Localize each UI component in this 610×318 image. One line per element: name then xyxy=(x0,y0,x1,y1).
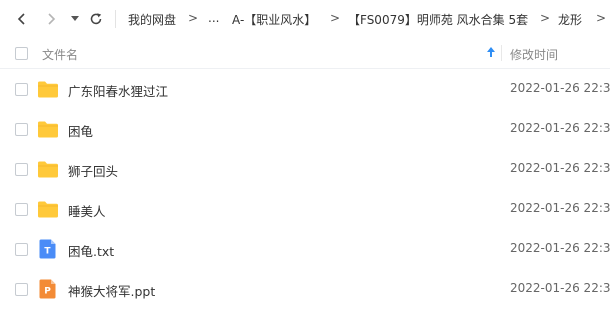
folder-icon xyxy=(38,81,58,98)
row-checkbox[interactable] xyxy=(15,83,28,96)
file-row-folder[interactable]: 睡美人 2022-01-26 22:36 xyxy=(0,189,610,229)
breadcrumb-separator: > xyxy=(540,11,551,25)
file-modified-time: 2022-01-26 22:36 xyxy=(510,241,610,255)
back-button[interactable] xyxy=(12,8,32,30)
breadcrumb-current-folder[interactable]: 龙形 xyxy=(558,11,582,28)
row-checkbox[interactable] xyxy=(15,203,28,216)
row-checkbox[interactable] xyxy=(15,243,28,256)
file-modified-time: 2022-01-26 22:36 xyxy=(510,201,610,215)
modified-time-column-header[interactable]: 修改时间 xyxy=(510,46,558,63)
name-column-header[interactable]: 文件名 xyxy=(42,46,78,63)
navigation-toolbar: 我的网盘 > ... A-【职业风水】 > 【FS0079】明师苑 风水合集 5… xyxy=(0,0,610,38)
refresh-button[interactable] xyxy=(86,8,106,30)
file-modified-time: 2022-01-26 22:36 xyxy=(510,161,610,175)
txt-file-icon: T xyxy=(39,239,56,259)
breadcrumb-separator: > xyxy=(330,11,341,25)
breadcrumb-separator: > xyxy=(188,11,199,25)
file-list-header: 文件名 修改时间 xyxy=(0,38,610,69)
file-row-folder[interactable]: 困龟 2022-01-26 22:36 xyxy=(0,109,610,149)
history-dropdown-button[interactable] xyxy=(68,8,82,30)
select-all-checkbox[interactable] xyxy=(15,47,28,60)
file-row-ppt[interactable]: P 神猴大将军.ppt 2022-01-26 22:36 xyxy=(0,269,610,309)
refresh-icon xyxy=(90,13,102,25)
row-checkbox[interactable] xyxy=(15,163,28,176)
row-checkbox[interactable] xyxy=(15,123,28,136)
chevron-left-icon xyxy=(17,13,25,25)
breadcrumb-separator: > xyxy=(596,11,607,25)
toolbar-divider xyxy=(115,10,116,28)
file-row-txt[interactable]: T 困龟.txt 2022-01-26 22:36 xyxy=(0,229,610,269)
file-row-folder[interactable]: 广东阳春水狸过江 2022-01-26 22:36 xyxy=(0,69,610,109)
breadcrumb-career-fengshui[interactable]: A-【职业风水】 xyxy=(232,11,316,28)
file-modified-time: 2022-01-26 22:36 xyxy=(510,121,610,135)
ppt-file-icon: P xyxy=(39,279,56,299)
txt-icon-letter: T xyxy=(44,247,51,257)
breadcrumb-root[interactable]: 我的网盘 xyxy=(128,11,176,28)
file-name: 神猴大将军.ppt xyxy=(68,284,156,299)
folder-icon xyxy=(38,161,58,178)
folder-icon xyxy=(38,121,58,138)
column-resize-handle[interactable] xyxy=(501,45,502,61)
sort-arrow-up-icon[interactable] xyxy=(485,45,497,59)
breadcrumb-fs0079[interactable]: 【FS0079】明师苑 风水合集 5套 xyxy=(348,11,528,28)
caret-down-icon xyxy=(71,16,79,21)
file-name: 广东阳春水狸过江 xyxy=(68,84,169,99)
file-row-folder[interactable]: 狮子回头 2022-01-26 22:36 xyxy=(0,149,610,189)
breadcrumb-ellipsis[interactable]: ... xyxy=(208,11,219,25)
file-name: 狮子回头 xyxy=(68,164,119,179)
row-checkbox[interactable] xyxy=(15,283,28,296)
file-name: 睡美人 xyxy=(68,204,106,219)
file-name: 困龟 xyxy=(68,124,94,139)
forward-button[interactable] xyxy=(41,8,61,30)
ppt-icon-letter: P xyxy=(44,287,51,297)
chevron-right-icon xyxy=(48,13,56,25)
file-name: 困龟.txt xyxy=(68,244,115,259)
file-modified-time: 2022-01-26 22:36 xyxy=(510,81,610,95)
file-modified-time: 2022-01-26 22:36 xyxy=(510,281,610,295)
folder-icon xyxy=(38,201,58,218)
